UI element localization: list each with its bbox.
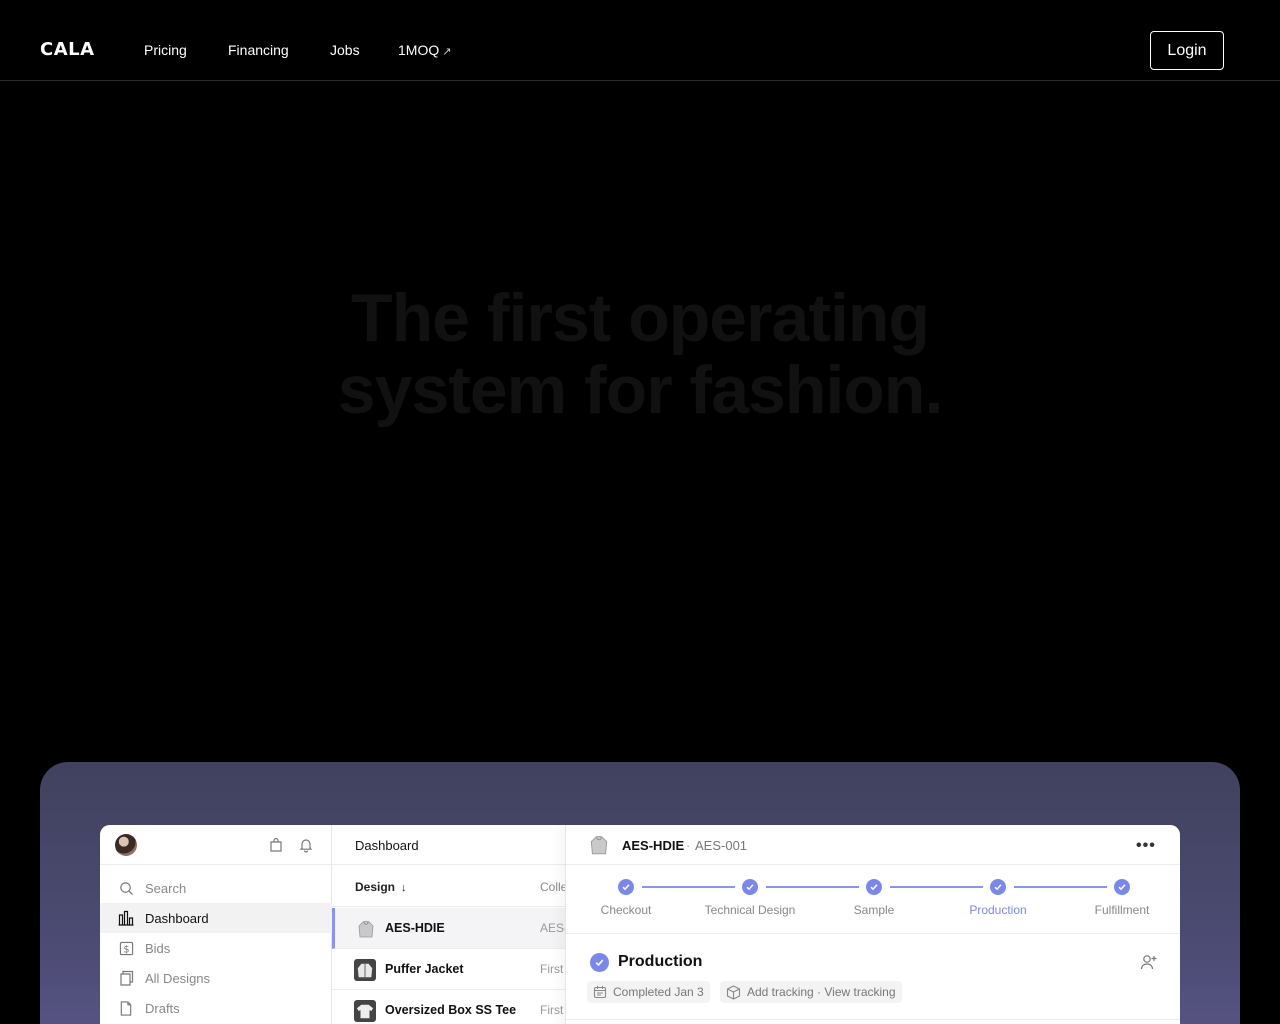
svg-text:$: $ [123,944,129,955]
list-header: Dashboard [332,825,565,865]
list-item-name: AES-HDIE [385,921,445,935]
avatar[interactable] [115,834,137,856]
step-technical-design-check-icon[interactable] [742,879,758,895]
step-production-check-icon[interactable] [990,879,1006,895]
step-connector [766,886,859,888]
step-label-production[interactable]: Production [969,903,1026,917]
external-link-icon: ↗ [442,46,452,58]
step-connector [890,886,983,888]
sidebar-item-dashboard[interactable]: Dashboard [100,903,332,933]
sort-down-icon: ↓ [401,882,407,894]
nav-link-jobs[interactable]: Jobs [330,42,360,58]
stage-title: Production [618,953,703,970]
step-checkout-check-icon[interactable] [618,879,634,895]
nav-link-financing[interactable]: Financing [228,42,289,58]
cala-logo[interactable]: CALA [40,39,95,60]
hero-heading: The first operating system for fashion. [0,282,1280,426]
column-collection[interactable]: Colle [540,880,567,894]
sidebar-item-search[interactable]: Search [100,873,332,903]
progress-stepper: Checkout Technical Design Sample Product… [566,866,1180,934]
list-item[interactable]: Oversized Box SS Tee First [332,990,565,1024]
list-item[interactable]: AES-HDIE AES- [332,908,569,949]
column-design-label: Design [355,880,396,894]
completed-date-chip: Completed Jan 3 [587,981,710,1003]
detail-design-code: AES-001 [695,838,748,853]
sidebar-item-label: Bids [145,940,171,956]
sidebar-item-label: Drafts [145,1000,180,1016]
section-divider [566,1019,1180,1020]
step-connector [1014,886,1107,888]
sidebar: Search Dashboard $ Bids All Designs Draf… [100,825,332,1024]
calendar-icon [593,986,607,999]
nav-link-pricing[interactable]: Pricing [144,42,187,58]
app-preview-window: Search Dashboard $ Bids All Designs Draf… [100,825,1180,1024]
nav-link-1moq[interactable]: 1MOQ ↗ [398,42,451,58]
jacket-thumbnail [354,959,376,981]
detail-design-name: AES-HDIE [622,838,685,853]
document-icon [118,1000,134,1016]
list-item[interactable]: Puffer Jacket First [332,949,565,990]
search-icon [118,880,134,896]
tee-thumbnail [354,1000,376,1022]
step-label-sample[interactable]: Sample [854,903,895,917]
more-options-icon[interactable]: ••• [1136,837,1156,855]
sidebar-header [100,825,332,865]
sidebar-item-bids[interactable]: $ Bids [100,933,332,963]
sidebar-item-label: Search [145,880,187,896]
package-icon [726,984,741,1000]
step-label-fulfillment[interactable]: Fulfillment [1095,903,1150,917]
list-column-headers: Design ↓ Colle [332,866,567,907]
login-button[interactable]: Login [1150,31,1224,70]
list-item-collection: First [540,1003,564,1017]
step-label-checkout[interactable]: Checkout [601,903,652,917]
sidebar-item-label: Dashboard [145,910,209,926]
hoodie-icon [590,836,608,855]
sidebar-item-drafts[interactable]: Drafts [100,993,332,1023]
step-connector [642,886,735,888]
top-nav: CALA Pricing Financing Jobs 1MOQ ↗ Login [0,0,1280,81]
hoodie-thumbnail [355,918,377,940]
list-item-name: Puffer Jacket [385,962,464,976]
detail-header: AES-HDIE · AES-001 ••• [566,825,1180,865]
step-label-technical-design[interactable]: Technical Design [705,903,796,917]
design-detail-pane: AES-HDIE · AES-001 ••• Checkout Technica… [565,825,1180,1024]
bar-chart-icon [118,910,134,926]
tracking-label: Add tracking · View tracking [747,985,896,999]
list-item-collection: AES- [540,921,569,935]
nav-link-1moq-label: 1MOQ [398,42,440,58]
completed-date-label: Completed Jan 3 [613,985,704,999]
bag-icon[interactable] [268,837,284,853]
design-list: Dashboard Design ↓ Colle AES-HDIE AES- Pu… [332,825,569,1024]
designs-icon [118,970,134,986]
tracking-chip[interactable]: Add tracking · View tracking [720,981,902,1003]
list-title: Dashboard [355,838,419,853]
detail-separator: · [686,838,691,853]
step-fulfillment-check-icon[interactable] [1114,879,1130,895]
bell-icon[interactable] [298,837,314,853]
stage-complete-check-icon [590,953,609,972]
hero-line-1: The first operating [351,280,930,356]
sidebar-item-label: All Designs [145,970,211,986]
step-sample-check-icon[interactable] [866,879,882,895]
sidebar-item-all-designs[interactable]: All Designs [100,963,332,993]
list-item-collection: First [540,962,564,976]
column-design[interactable]: Design ↓ [355,880,407,894]
list-item-name: Oversized Box SS Tee [385,1003,517,1017]
add-person-icon[interactable] [1140,953,1158,971]
dollar-icon: $ [118,940,134,956]
hero-line-2: system for fashion. [337,352,944,428]
